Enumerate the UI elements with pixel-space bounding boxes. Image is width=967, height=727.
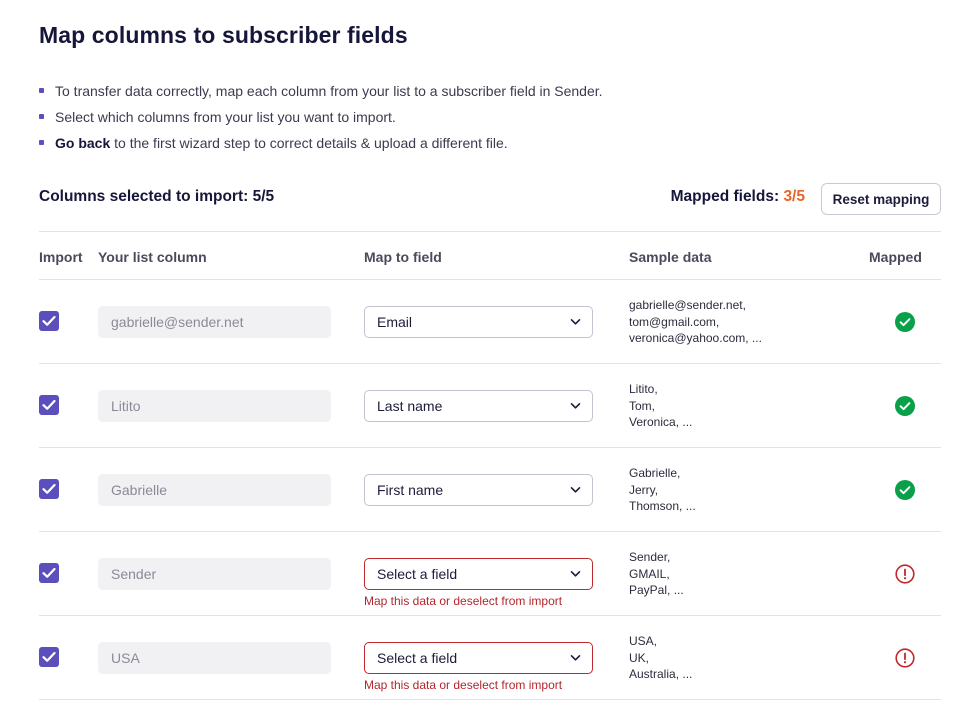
chevron-down-icon bbox=[570, 487, 581, 493]
chevron-down-icon bbox=[570, 655, 581, 661]
instruction-text: to the first wizard step to correct deta… bbox=[110, 135, 508, 151]
sample-value: Litito, bbox=[629, 382, 658, 396]
mapping-error-message: Map this data or deselect from import bbox=[364, 594, 563, 608]
warning-circle-icon bbox=[895, 564, 915, 584]
header-mapped: Mapped bbox=[869, 249, 922, 265]
go-back-link[interactable]: Go back bbox=[55, 135, 110, 151]
sample-value: gabrielle@sender.net, bbox=[629, 298, 746, 312]
sample-data: Litito, Tom, Veronica, ... bbox=[629, 381, 692, 431]
select-value: Select a field bbox=[377, 566, 458, 582]
table-body: gabrielle@sender.net Email gabrielle@sen… bbox=[39, 280, 941, 700]
reset-mapping-button[interactable]: Reset mapping bbox=[821, 183, 941, 215]
list-column-name: Litito bbox=[98, 390, 331, 422]
checkmark-icon bbox=[42, 567, 56, 578]
mapping-table: Import Your list column Map to field Sam… bbox=[39, 231, 941, 700]
sample-value: tom@gmail.com, bbox=[629, 314, 720, 329]
import-checkbox[interactable] bbox=[39, 311, 59, 331]
select-value: First name bbox=[377, 482, 444, 498]
select-value: Select a field bbox=[377, 650, 458, 666]
table-row: USA Select a field Map this data or dese… bbox=[39, 616, 941, 699]
mapped-fields-label: Mapped fields: bbox=[670, 188, 780, 205]
header-your-list-column: Your list column bbox=[98, 249, 207, 265]
chevron-down-icon bbox=[570, 319, 581, 325]
divider bbox=[39, 699, 941, 700]
header-sample-data: Sample data bbox=[629, 249, 712, 265]
sample-value: Jerry, bbox=[629, 482, 659, 497]
instruction-text: To transfer data correctly, map each col… bbox=[55, 83, 603, 99]
import-checkbox[interactable] bbox=[39, 563, 59, 583]
sample-value: veronica@yahoo.com, ... bbox=[629, 331, 762, 345]
sample-value: Australia, ... bbox=[629, 667, 693, 681]
map-field-select[interactable]: Last name bbox=[364, 390, 593, 422]
import-checkbox[interactable] bbox=[39, 479, 59, 499]
instruction-item: Go back to the first wizard step to corr… bbox=[39, 132, 603, 158]
checkmark-icon bbox=[42, 399, 56, 410]
warning-circle-icon bbox=[895, 648, 915, 668]
sample-data: Gabrielle, Jerry, Thomson, ... bbox=[629, 465, 696, 515]
checkmark-icon bbox=[42, 315, 56, 326]
list-column-name: Gabrielle bbox=[98, 474, 331, 506]
sample-value: Tom, bbox=[629, 398, 656, 413]
sample-value: Gabrielle, bbox=[629, 466, 681, 480]
table-row: gabrielle@sender.net Email gabrielle@sen… bbox=[39, 280, 941, 363]
mapping-error-message: Map this data or deselect from import bbox=[364, 678, 563, 692]
checkmark-icon bbox=[42, 483, 56, 494]
header-import: Import bbox=[39, 249, 83, 265]
sample-value: Sender, bbox=[629, 550, 671, 564]
instruction-item: To transfer data correctly, map each col… bbox=[39, 80, 603, 106]
sample-value: GMAIL, bbox=[629, 566, 670, 581]
list-column-name: Sender bbox=[98, 558, 331, 590]
map-field-select[interactable]: Select a field bbox=[364, 558, 593, 590]
instructions-list: To transfer data correctly, map each col… bbox=[39, 80, 603, 158]
header-map-to-field: Map to field bbox=[364, 249, 442, 265]
check-circle-icon bbox=[895, 312, 915, 332]
select-value: Last name bbox=[377, 398, 443, 414]
table-row: Litito Last name Litito, Tom, Veronica, … bbox=[39, 364, 941, 447]
checkmark-icon bbox=[42, 651, 56, 662]
import-checkbox[interactable] bbox=[39, 395, 59, 415]
check-circle-icon bbox=[895, 396, 915, 416]
sample-value: UK, bbox=[629, 650, 650, 665]
table-row: Sender Select a field Map this data or d… bbox=[39, 532, 941, 615]
columns-selected-count: Columns selected to import: 5/5 bbox=[39, 188, 275, 205]
instruction-item: Select which columns from your list you … bbox=[39, 106, 603, 132]
sample-data: USA, UK, Australia, ... bbox=[629, 633, 692, 683]
sample-value: Veronica, ... bbox=[629, 415, 693, 429]
sample-data: gabrielle@sender.net, tom@gmail.com, ver… bbox=[629, 297, 762, 347]
sample-value: USA, bbox=[629, 634, 658, 648]
check-circle-icon bbox=[895, 480, 915, 500]
map-field-select[interactable]: Email bbox=[364, 306, 593, 338]
chevron-down-icon bbox=[570, 571, 581, 577]
instruction-text: Select which columns from your list you … bbox=[55, 109, 396, 125]
import-mapping-page: Map columns to subscriber fields To tran… bbox=[0, 0, 967, 727]
map-field-select[interactable]: Select a field bbox=[364, 642, 593, 674]
mapped-fields-count: 3/5 bbox=[783, 188, 805, 205]
sample-data: Sender, GMAIL, PayPal, ... bbox=[629, 549, 684, 599]
table-row: Gabrielle First name Gabrielle, Jerry, T… bbox=[39, 448, 941, 531]
chevron-down-icon bbox=[570, 403, 581, 409]
mapped-fields-summary: Mapped fields: 3/5 bbox=[671, 188, 805, 206]
sample-value: PayPal, ... bbox=[629, 583, 684, 597]
page-title: Map columns to subscriber fields bbox=[39, 22, 408, 48]
sample-value: Thomson, ... bbox=[629, 499, 696, 513]
list-column-name: USA bbox=[98, 642, 331, 674]
list-column-name: gabrielle@sender.net bbox=[98, 306, 331, 338]
map-field-select[interactable]: First name bbox=[364, 474, 593, 506]
import-checkbox[interactable] bbox=[39, 647, 59, 667]
select-value: Email bbox=[377, 314, 413, 330]
table-header: Import Your list column Map to field Sam… bbox=[39, 232, 941, 279]
